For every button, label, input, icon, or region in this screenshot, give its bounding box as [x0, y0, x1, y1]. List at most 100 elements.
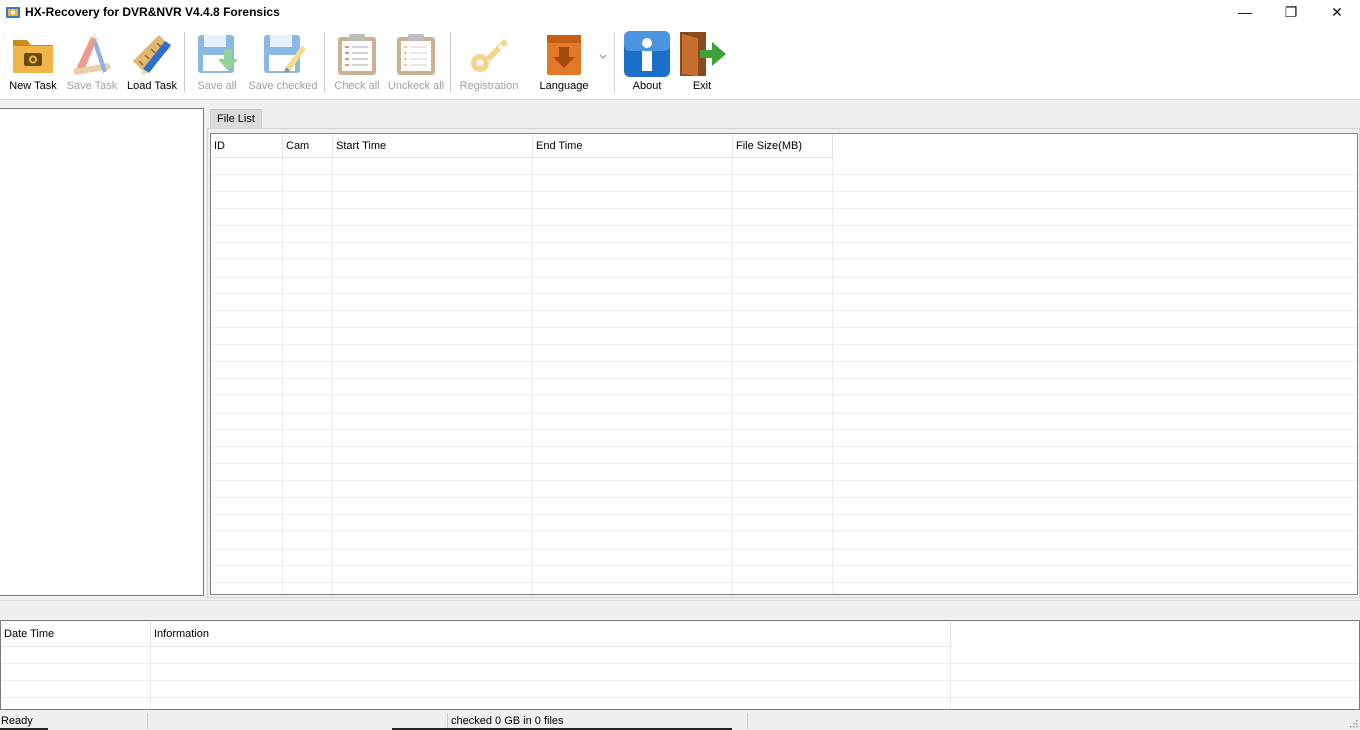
tab-file-list[interactable]: File List: [210, 109, 262, 128]
table-row[interactable]: [211, 209, 1357, 226]
exit-button[interactable]: Exit: [676, 28, 728, 96]
table-row[interactable]: [211, 328, 1357, 345]
table-cell: [211, 498, 283, 514]
table-cell: [533, 362, 733, 378]
table-cell: [733, 498, 833, 514]
close-icon: ✕: [1331, 3, 1343, 20]
file-list-table[interactable]: ID Cam Start Time End Time File Size(MB): [210, 133, 1358, 595]
table-row[interactable]: [1, 681, 1359, 698]
table-row[interactable]: [211, 396, 1357, 413]
table-row[interactable]: [211, 226, 1357, 243]
table-row[interactable]: [211, 430, 1357, 447]
table-cell: [211, 464, 283, 480]
table-cell: [151, 698, 951, 709]
toolbar: New Task Save Task Load Task Save all Sa…: [0, 24, 1360, 100]
table-row[interactable]: [211, 583, 1357, 594]
horizontal-splitter[interactable]: [0, 600, 1360, 620]
resize-grip-icon[interactable]: [1348, 718, 1358, 728]
table-cell: [211, 396, 283, 412]
registration-button[interactable]: Registration: [456, 28, 522, 96]
table-cell: [283, 464, 333, 480]
column-header-cam[interactable]: Cam: [283, 134, 333, 158]
table-cell: [733, 566, 833, 582]
column-header-start-time[interactable]: Start Time: [333, 134, 533, 158]
column-header-date-time[interactable]: Date Time: [1, 621, 151, 647]
close-button[interactable]: ✕: [1314, 0, 1360, 24]
language-dropdown-arrow[interactable]: [598, 52, 608, 62]
table-row[interactable]: [211, 413, 1357, 430]
table-row[interactable]: [211, 447, 1357, 464]
table-cell: [1, 647, 151, 663]
minimize-button[interactable]: —: [1222, 0, 1268, 24]
table-row[interactable]: [1, 664, 1359, 681]
table-cell: [283, 566, 333, 582]
table-cell: [283, 192, 333, 208]
pencil-ruler-icon: [127, 28, 177, 80]
table-row[interactable]: [211, 311, 1357, 328]
new-task-button[interactable]: New Task: [6, 28, 60, 96]
table-cell: [533, 396, 733, 412]
table-cell: [211, 311, 283, 327]
maximize-button[interactable]: ❐: [1268, 0, 1314, 24]
table-cell: [211, 328, 283, 344]
table-cell: [733, 362, 833, 378]
language-button[interactable]: Language: [534, 28, 594, 96]
table-row[interactable]: [211, 481, 1357, 498]
table-row[interactable]: [211, 464, 1357, 481]
table-row[interactable]: [211, 515, 1357, 532]
table-cell: [283, 277, 333, 293]
table-cell: [333, 311, 533, 327]
table-row[interactable]: [211, 379, 1357, 396]
table-row[interactable]: [211, 260, 1357, 277]
table-cell: [333, 566, 533, 582]
table-row[interactable]: [211, 158, 1357, 175]
column-header-id[interactable]: ID: [211, 134, 283, 158]
save-all-button[interactable]: Save all: [190, 28, 244, 96]
table-row[interactable]: [1, 698, 1359, 709]
table-cell: [283, 294, 333, 310]
table-cell: [533, 566, 733, 582]
table-row[interactable]: [211, 192, 1357, 209]
table-cell: [533, 226, 733, 242]
save-task-button[interactable]: Save Task: [64, 28, 120, 96]
window-title: HX-Recovery for DVR&NVR V4.4.8 Forensics: [25, 5, 280, 19]
table-row[interactable]: [211, 566, 1357, 583]
table-row[interactable]: [1, 647, 1359, 664]
table-row[interactable]: [211, 345, 1357, 362]
table-row[interactable]: [211, 532, 1357, 549]
floppy-pencil-icon: [258, 28, 308, 80]
table-cell: [151, 664, 951, 680]
table-row[interactable]: [211, 294, 1357, 311]
table-row[interactable]: [211, 362, 1357, 379]
folder-camera-icon: [8, 28, 58, 80]
column-header-file-size[interactable]: File Size(MB): [733, 134, 833, 158]
table-cell: [283, 379, 333, 395]
about-button[interactable]: About: [620, 28, 674, 96]
table-cell: [333, 396, 533, 412]
table-cell: [211, 515, 283, 531]
table-cell: [283, 481, 333, 497]
check-all-button[interactable]: Check all: [330, 28, 384, 96]
table-cell: [733, 277, 833, 293]
column-header-end-time[interactable]: End Time: [533, 134, 733, 158]
save-checked-button[interactable]: Save checked: [248, 28, 318, 96]
uncheck-all-button[interactable]: Unckeck all: [388, 28, 444, 96]
log-list-header: Date Time Information: [1, 621, 951, 647]
table-row[interactable]: [211, 498, 1357, 515]
table-row[interactable]: [211, 277, 1357, 294]
log-list-table[interactable]: Date Time Information: [0, 620, 1360, 710]
table-cell: [283, 311, 333, 327]
toolbar-separator: [324, 32, 325, 92]
table-row[interactable]: [211, 175, 1357, 192]
table-row[interactable]: [211, 243, 1357, 260]
table-cell: [533, 311, 733, 327]
column-header-information[interactable]: Information: [151, 621, 951, 647]
toolbar-separator: [184, 32, 185, 92]
table-cell: [283, 345, 333, 361]
table-cell: [333, 498, 533, 514]
table-row[interactable]: [211, 549, 1357, 566]
table-cell: [283, 430, 333, 446]
load-task-button[interactable]: Load Task: [124, 28, 180, 96]
task-tree-pane[interactable]: [0, 108, 204, 596]
table-cell: [333, 430, 533, 446]
